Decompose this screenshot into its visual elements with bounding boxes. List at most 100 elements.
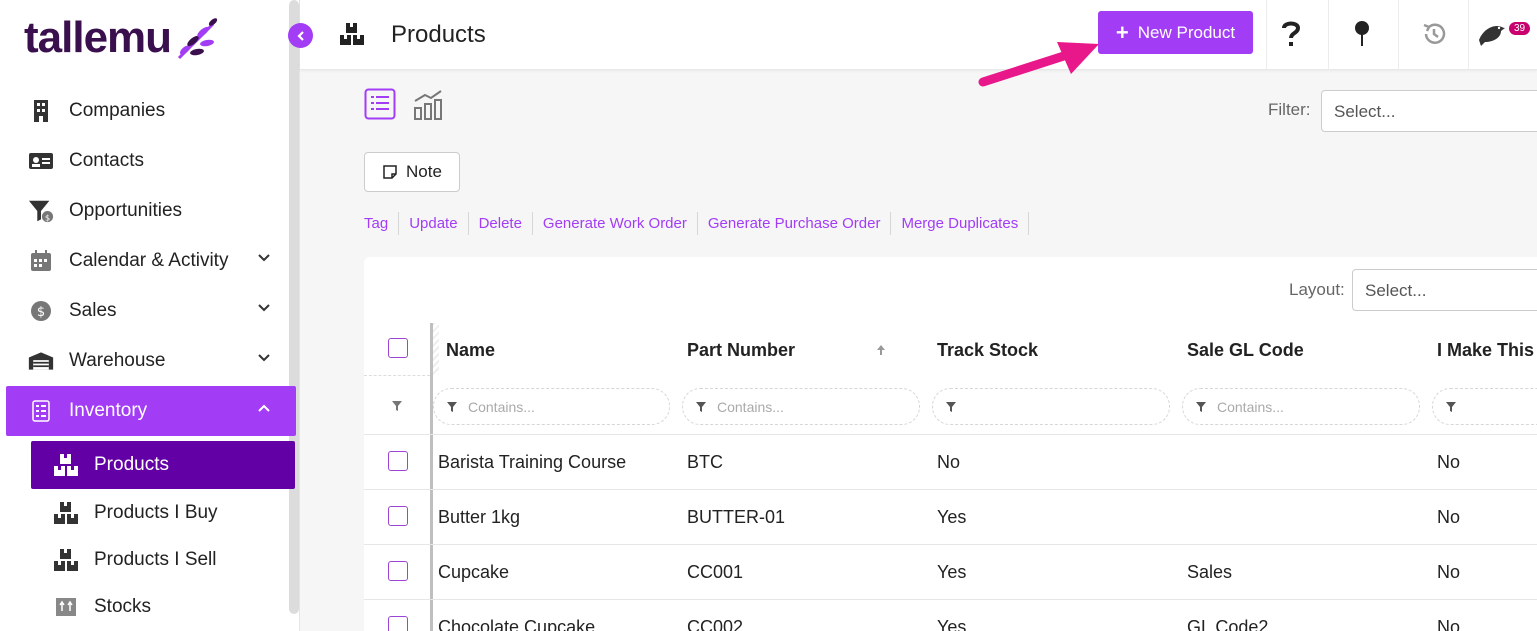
- pin-icon[interactable]: [1342, 16, 1382, 52]
- collapse-sidebar-button[interactable]: [288, 23, 313, 48]
- bird-notifications-icon[interactable]: [1472, 16, 1512, 52]
- table-row[interactable]: Butter 1kg BUTTER-01 Yes No: [364, 489, 1537, 544]
- cell-part-number: CC001: [687, 562, 744, 582]
- sidebar-nav: Companies Contacts $ Opportunities Calen…: [0, 86, 300, 630]
- cell-name: Butter 1kg: [438, 507, 521, 527]
- cell-part-number: BUTTER-01: [687, 507, 786, 527]
- row-checkbox[interactable]: [388, 561, 408, 581]
- cell-i-make-this: No: [1437, 507, 1461, 527]
- svg-text:$: $: [45, 212, 50, 222]
- column-header-sale-gl-code[interactable]: Sale GL Code: [1187, 340, 1304, 361]
- filter-input-i-make-this[interactable]: [1432, 388, 1537, 425]
- filter-input-part-number[interactable]: Contains...: [682, 388, 920, 425]
- cell-track-stock: Yes: [937, 507, 967, 527]
- leaves-icon: [177, 18, 218, 60]
- layout-label: Layout:: [1289, 280, 1345, 299]
- svg-text:$: $: [37, 305, 45, 320]
- filter-icon: [946, 401, 956, 412]
- cell-sale-gl-code: Sales: [1187, 562, 1233, 582]
- filter-icon[interactable]: [391, 400, 403, 412]
- row-checkbox[interactable]: [388, 616, 408, 631]
- action-tag[interactable]: Tag: [364, 212, 400, 235]
- sidebar-item-warehouse[interactable]: Warehouse: [0, 336, 300, 386]
- sidebar-item-label: Opportunities: [69, 200, 183, 221]
- building-icon: [28, 98, 54, 124]
- header-divider: [1398, 0, 1399, 70]
- cell-track-stock: Yes: [937, 617, 967, 631]
- sidebar-subitem-label: Products: [94, 454, 169, 475]
- products-grid: Layout: Select... Name Part Number Track…: [364, 257, 1537, 631]
- action-generate-work-order[interactable]: Generate Work Order: [533, 212, 698, 235]
- chevron-up-icon: [258, 404, 270, 412]
- sidebar-item-companies[interactable]: Companies: [0, 86, 300, 136]
- sidebar-item-sales[interactable]: $ Sales: [0, 286, 300, 336]
- bulk-actions: Tag Update Delete Generate Work Order Ge…: [364, 212, 1030, 235]
- sidebar-item-label: Companies: [69, 100, 166, 121]
- sidebar-subitem-products-i-buy[interactable]: Products I Buy: [0, 489, 300, 536]
- note-button[interactable]: Note: [364, 152, 460, 192]
- table-row[interactable]: Barista Training Course BTC No No: [364, 434, 1537, 489]
- cell-part-number: CC002: [687, 617, 744, 631]
- stock-icon: [52, 594, 80, 620]
- row-checkbox[interactable]: [388, 506, 408, 526]
- filter-icon: [447, 401, 457, 412]
- filter-placeholder: Contains...: [468, 398, 535, 415]
- checklist-icon: [28, 398, 54, 424]
- sidebar-item-calendar[interactable]: Calendar & Activity: [0, 236, 300, 286]
- filter-icon: [696, 401, 706, 412]
- filter-input-name[interactable]: Contains...: [433, 388, 670, 425]
- filter-icon: [1196, 401, 1206, 412]
- cell-i-make-this: No: [1437, 562, 1461, 582]
- note-label: Note: [406, 162, 442, 181]
- sidebar-item-contacts[interactable]: Contacts: [0, 136, 300, 186]
- action-update[interactable]: Update: [399, 212, 469, 235]
- page-title: Products: [391, 21, 486, 48]
- action-delete[interactable]: Delete: [469, 212, 533, 235]
- cell-track-stock: No: [937, 452, 961, 472]
- chevron-down-icon: [258, 304, 270, 312]
- column-header-part-number[interactable]: Part Number: [687, 340, 795, 361]
- table-row[interactable]: Chocolate Cupcake CC002 Yes GL Code2 No: [364, 599, 1537, 631]
- row-checkbox[interactable]: [388, 451, 408, 471]
- cell-i-make-this: No: [1437, 617, 1461, 631]
- help-icon[interactable]: [1271, 16, 1311, 52]
- column-header-name[interactable]: Name: [446, 340, 495, 361]
- sidebar-item-opportunities[interactable]: $ Opportunities: [0, 186, 300, 236]
- filter-icon: [1446, 401, 1456, 412]
- layout-select[interactable]: Select...: [1352, 269, 1537, 311]
- logo[interactable]: tallemu: [24, 10, 219, 66]
- list-view-icon[interactable]: [364, 88, 396, 120]
- filter-input-sale-gl-code[interactable]: Contains...: [1182, 388, 1420, 425]
- history-icon[interactable]: [1414, 16, 1454, 52]
- header-divider: [1266, 0, 1267, 70]
- cell-name: Cupcake: [438, 562, 510, 582]
- new-product-button[interactable]: + New Product: [1098, 11, 1253, 54]
- action-merge-duplicates[interactable]: Merge Duplicates: [891, 212, 1030, 235]
- table-row[interactable]: Cupcake CC001 Yes Sales No: [364, 544, 1537, 599]
- select-all-checkbox[interactable]: [388, 338, 408, 358]
- sort-ascending-icon[interactable]: [876, 344, 886, 356]
- column-header-i-make-this[interactable]: I Make This P: [1437, 340, 1537, 361]
- cell-name: Chocolate Cupcake: [438, 617, 596, 631]
- sidebar-subitem-label: Products I Sell: [94, 548, 217, 570]
- column-resize-handle[interactable]: [433, 323, 439, 375]
- chart-view-icon[interactable]: [413, 88, 445, 120]
- action-generate-purchase-order[interactable]: Generate Purchase Order: [698, 212, 892, 235]
- sidebar-subitem-stocks[interactable]: Stocks: [0, 583, 300, 630]
- sidebar-subitem-products-i-sell[interactable]: Products I Sell: [0, 536, 300, 583]
- sidebar-subitem-label: Stocks: [94, 595, 152, 617]
- boxes-icon: [340, 23, 364, 45]
- sidebar-subitem-products[interactable]: Products: [31, 441, 295, 489]
- sidebar-item-label: Calendar & Activity: [69, 250, 229, 271]
- filter-placeholder: Contains...: [1217, 398, 1284, 415]
- cell-track-stock: Yes: [937, 562, 967, 582]
- filter-select[interactable]: Select...: [1321, 90, 1537, 132]
- boxes-icon: [52, 500, 80, 526]
- cell-part-number: BTC: [687, 452, 723, 472]
- chevron-left-icon: [296, 30, 304, 41]
- boxes-icon: [52, 547, 80, 573]
- column-header-track-stock[interactable]: Track Stock: [937, 340, 1038, 361]
- header-divider: [1468, 0, 1469, 70]
- filter-input-track-stock[interactable]: [932, 388, 1170, 425]
- sidebar-item-inventory[interactable]: Inventory: [6, 386, 296, 436]
